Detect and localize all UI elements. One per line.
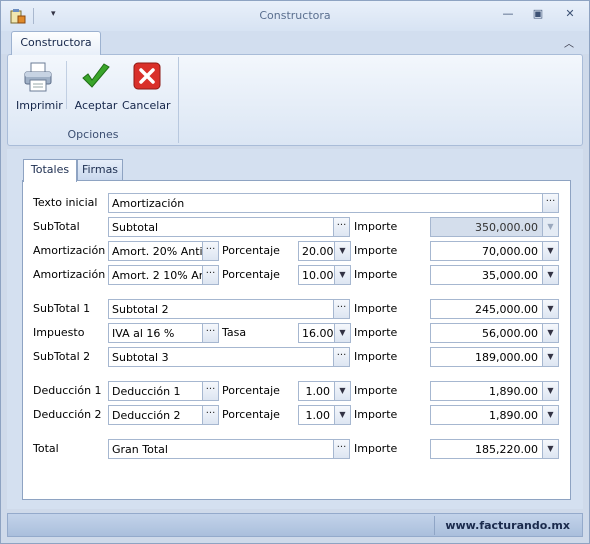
- amortizacion2-field[interactable]: Amort. 2 10% Ant: [108, 265, 203, 285]
- status-separator: [434, 516, 435, 535]
- total-importe-field[interactable]: 185,220.00: [430, 439, 543, 459]
- subtotal-importe-field: 350,000.00: [430, 217, 543, 237]
- total-field[interactable]: Gran Total: [108, 439, 334, 459]
- subtotal2-importe-label: Importe: [354, 350, 398, 363]
- subtotal1-ellipsis-button[interactable]: ···: [333, 299, 350, 319]
- status-bar: www.facturando.mx: [7, 513, 583, 537]
- subtotal2-importe-field[interactable]: 189,000.00: [430, 347, 543, 367]
- maximize-icon[interactable]: ▣: [529, 7, 547, 23]
- texto-inicial-ellipsis-button[interactable]: ···: [542, 193, 559, 213]
- deduccion2-porcentaje-label: Porcentaje: [222, 408, 280, 421]
- subtotal-importe-label: Importe: [354, 220, 398, 233]
- ribbon-group-label: Opciones: [67, 128, 119, 141]
- print-label: Imprimir: [16, 99, 63, 112]
- amortizacion2-importe-label: Importe: [354, 268, 398, 281]
- ribbon-panel: Imprimir Aceptar Cancelar Opciones: [7, 54, 583, 146]
- amortizacion1-porcentaje-label: Porcentaje: [222, 244, 280, 257]
- amortizacion1-porcentaje-field[interactable]: 20.00: [298, 241, 335, 261]
- amortizacion2-importe-field[interactable]: 35,000.00: [430, 265, 543, 285]
- impuesto-importe-field[interactable]: 56,000.00: [430, 323, 543, 343]
- impuesto-label: Impuesto: [33, 326, 85, 339]
- deduccion1-importe-label: Importe: [354, 384, 398, 397]
- amortizacion2-ellipsis-button[interactable]: ···: [202, 265, 219, 285]
- subtotal-label: SubTotal: [33, 220, 80, 233]
- deduccion1-importe-dropdown-icon[interactable]: ▼: [542, 381, 559, 401]
- amortizacion1-importe-field[interactable]: 70,000.00: [430, 241, 543, 261]
- subtotal1-field[interactable]: Subtotal 2: [108, 299, 334, 319]
- deduccion1-porcentaje-label: Porcentaje: [222, 384, 280, 397]
- status-website-text: www.facturando.mx: [445, 519, 570, 532]
- ribbon-button-separator: [66, 61, 67, 109]
- subtotal2-importe-dropdown-icon[interactable]: ▼: [542, 347, 559, 367]
- deduccion2-importe-label: Importe: [354, 408, 398, 421]
- deduccion1-porcentaje-field[interactable]: 1.00: [298, 381, 335, 401]
- subtotal1-importe-field[interactable]: 245,000.00: [430, 299, 543, 319]
- total-label: Total: [33, 442, 59, 455]
- ribbon-collapse-icon[interactable]: ︿: [564, 35, 574, 50]
- content-area: Totales Firmas Texto inicial Amortizació…: [7, 149, 583, 509]
- deduccion2-ellipsis-button[interactable]: ···: [202, 405, 219, 425]
- deduccion2-field[interactable]: Deducción 2: [108, 405, 203, 425]
- impuesto-ellipsis-button[interactable]: ···: [202, 323, 219, 343]
- cancel-x-icon: [133, 62, 161, 90]
- subtotal1-label: SubTotal 1: [33, 302, 91, 315]
- subtotal1-importe-dropdown-icon[interactable]: ▼: [542, 299, 559, 319]
- deduccion1-field[interactable]: Deducción 1: [108, 381, 203, 401]
- subtotal1-importe-label: Importe: [354, 302, 398, 315]
- impuesto-tasa-label: Tasa: [222, 326, 247, 339]
- print-button[interactable]: Imprimir: [16, 59, 63, 115]
- tab-totales[interactable]: Totales: [23, 159, 77, 182]
- amortizacion1-importe-label: Importe: [354, 244, 398, 257]
- close-icon[interactable]: ✕: [561, 7, 579, 23]
- ribbon-group-separator: [178, 57, 179, 143]
- cancel-label: Cancelar: [122, 99, 171, 112]
- deduccion1-porcentaje-dropdown-icon[interactable]: ▼: [334, 381, 351, 401]
- impuesto-importe-dropdown-icon[interactable]: ▼: [542, 323, 559, 343]
- minimize-icon[interactable]: —: [499, 7, 517, 23]
- texto-inicial-label: Texto inicial: [33, 196, 98, 209]
- printer-icon: [24, 62, 52, 92]
- subtotal2-label: SubTotal 2: [33, 350, 91, 363]
- amortizacion2-porcentaje-label: Porcentaje: [222, 268, 280, 281]
- ribbon-tab-constructora[interactable]: Constructora: [11, 31, 101, 55]
- total-importe-label: Importe: [354, 442, 398, 455]
- totales-panel: Texto inicial Amortización ··· SubTotal …: [22, 180, 571, 500]
- subtotal2-ellipsis-button[interactable]: ···: [333, 347, 350, 367]
- total-importe-dropdown-icon[interactable]: ▼: [542, 439, 559, 459]
- cancel-button[interactable]: Cancelar: [122, 59, 171, 115]
- title-bar: ▾ Constructora — ▣ ✕: [1, 1, 589, 31]
- accept-label: Aceptar: [74, 99, 118, 112]
- texto-inicial-field[interactable]: Amortización: [108, 193, 543, 213]
- deduccion2-porcentaje-field[interactable]: 1.00: [298, 405, 335, 425]
- deduccion2-label: Deducción 2: [33, 408, 102, 421]
- impuesto-tasa-dropdown-icon[interactable]: ▼: [334, 323, 351, 343]
- amortizacion2-porcentaje-dropdown-icon[interactable]: ▼: [334, 265, 351, 285]
- amortizacion1-ellipsis-button[interactable]: ···: [202, 241, 219, 261]
- subtotal-field[interactable]: Subtotal: [108, 217, 334, 237]
- subtotal2-field[interactable]: Subtotal 3: [108, 347, 334, 367]
- subtotal-ellipsis-button[interactable]: ···: [333, 217, 350, 237]
- deduccion2-importe-field[interactable]: 1,890.00: [430, 405, 543, 425]
- subtotal-importe-dropdown-icon: ▼: [542, 217, 559, 237]
- amortizacion2-label: Amortización 2: [33, 268, 116, 281]
- impuesto-importe-label: Importe: [354, 326, 398, 339]
- deduccion2-importe-dropdown-icon[interactable]: ▼: [542, 405, 559, 425]
- checkmark-icon: [82, 63, 110, 88]
- impuesto-tasa-field[interactable]: 16.00: [298, 323, 335, 343]
- amortizacion1-importe-dropdown-icon[interactable]: ▼: [542, 241, 559, 261]
- amortizacion1-label: Amortización 1: [33, 244, 116, 257]
- amortizacion1-field[interactable]: Amort. 20% Antici: [108, 241, 203, 261]
- accept-button[interactable]: Aceptar: [72, 59, 120, 115]
- amortizacion1-porcentaje-dropdown-icon[interactable]: ▼: [334, 241, 351, 261]
- deduccion1-label: Deducción 1: [33, 384, 102, 397]
- deduccion1-ellipsis-button[interactable]: ···: [202, 381, 219, 401]
- impuesto-field[interactable]: IVA al 16 %: [108, 323, 203, 343]
- amortizacion2-importe-dropdown-icon[interactable]: ▼: [542, 265, 559, 285]
- amortizacion2-porcentaje-field[interactable]: 10.00: [298, 265, 335, 285]
- total-ellipsis-button[interactable]: ···: [333, 439, 350, 459]
- main-window: ▾ Constructora — ▣ ✕ Constructora ︿ Impr…: [0, 0, 590, 544]
- tab-firmas[interactable]: Firmas: [77, 159, 123, 181]
- deduccion2-porcentaje-dropdown-icon[interactable]: ▼: [334, 405, 351, 425]
- deduccion1-importe-field[interactable]: 1,890.00: [430, 381, 543, 401]
